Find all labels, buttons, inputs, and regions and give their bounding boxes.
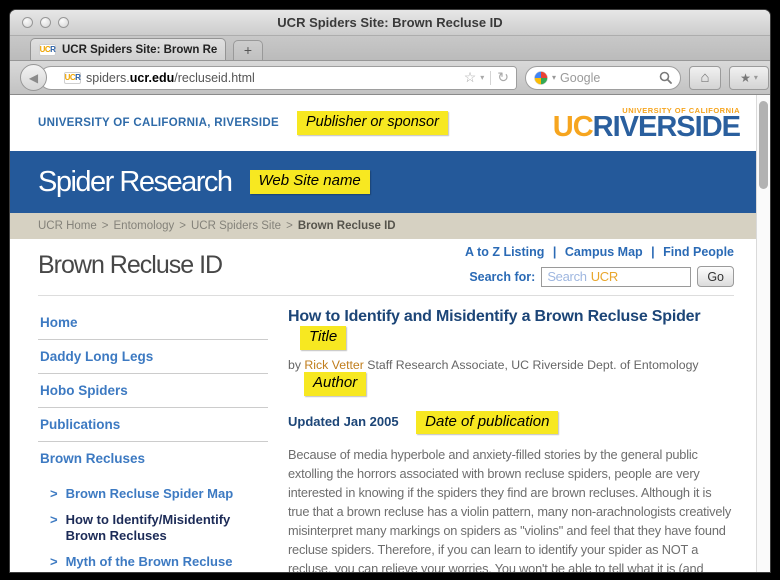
breadcrumb-current: Brown Recluse ID: [298, 220, 396, 232]
breadcrumb-separator: >: [179, 220, 186, 232]
tab-ucr-spiders[interactable]: UCR UCR Spiders Site: Brown Reclus...: [30, 38, 226, 60]
window-title: UCR Spiders Site: Brown Recluse ID: [10, 15, 770, 30]
ucr-logo[interactable]: UCRIVERSIDE UNIVERSITY OF CALIFORNIA: [553, 105, 740, 142]
annotation-site-name: Web Site name: [250, 170, 370, 194]
site-name: Spider Research: [38, 166, 232, 199]
breadcrumb-separator: >: [102, 220, 109, 232]
chevron-right-icon: >: [50, 554, 58, 570]
article-byline: by Rick Vetter Staff Research Associate,…: [288, 358, 734, 396]
article-title: How to Identify and Misidentify a Brown …: [288, 308, 700, 325]
page-top-row: Brown Recluse ID A to Z Listing | Campus…: [38, 245, 734, 287]
heading-divider: [38, 295, 734, 296]
sidebar-subitem-spider-map[interactable]: > Brown Recluse Spider Map: [38, 481, 268, 507]
search-label: Search for:: [469, 270, 535, 284]
reload-icon[interactable]: ↻: [497, 69, 509, 86]
sidebar-item-brown-recluses[interactable]: Brown Recluses: [38, 442, 268, 475]
google-logo-icon[interactable]: [534, 71, 548, 85]
bookmarks-star-icon: ★: [740, 71, 751, 85]
link-campus-map[interactable]: Campus Map: [565, 245, 643, 259]
utility-links: A to Z Listing | Campus Map | Find Peopl…: [465, 245, 734, 259]
author-link[interactable]: Rick Vetter: [304, 358, 363, 373]
search-placeholder-word: Search: [547, 269, 586, 284]
magnifier-icon[interactable]: [659, 71, 672, 84]
web-page: UNIVERSITY OF CALIFORNIA, RIVERSIDE Publ…: [10, 95, 756, 572]
vertical-scrollbar[interactable]: [756, 95, 770, 572]
go-button[interactable]: Go: [697, 266, 734, 287]
urlbar-icons: ☆ ▾ ↻: [464, 69, 509, 86]
sidebar-item-publications[interactable]: Publications: [38, 408, 268, 442]
page-heading: Brown Recluse ID: [38, 251, 222, 280]
browser-search-field[interactable]: ▾ Google: [525, 66, 681, 90]
browser-search-placeholder: Google: [560, 71, 655, 85]
site-search-row: Search for: Search UCR Go: [465, 266, 734, 287]
breadcrumb-link[interactable]: UCR Home: [38, 220, 97, 232]
annotation-date: Date of publication: [416, 411, 558, 435]
annotation-publisher: Publisher or sponsor: [297, 111, 448, 134]
link-a-to-z[interactable]: A to Z Listing: [465, 245, 544, 259]
sidebar-subitem-myth[interactable]: > Myth of the Brown Recluse: [38, 549, 268, 572]
chevron-right-icon: >: [50, 512, 58, 544]
link-find-people[interactable]: Find People: [663, 245, 734, 259]
address-bar[interactable]: UCR spiders.ucr.edu/recluseid.html ☆ ▾ ↻: [39, 66, 517, 90]
bookmarks-dropdown-icon: ▾: [754, 73, 758, 82]
annotation-title: Title: [300, 326, 346, 350]
site-banner: Spider Research Web Site name: [10, 151, 756, 213]
back-arrow-icon: ◀: [29, 71, 38, 85]
traffic-lights: [22, 17, 69, 28]
urlbar-divider: [490, 71, 491, 85]
tab-title: UCR Spiders Site: Brown Reclus...: [62, 44, 217, 56]
logo-tagline: UNIVERSITY OF CALIFORNIA: [622, 107, 740, 115]
bookmark-star-icon[interactable]: ☆: [464, 69, 477, 86]
navigation-toolbar: ◀ UCR spiders.ucr.edu/recluseid.html ☆ ▾…: [10, 61, 770, 95]
updated-date: Updated Jan 2005: [288, 414, 399, 429]
url-text: spiders.ucr.edu/recluseid.html: [86, 71, 459, 85]
utility-block: A to Z Listing | Campus Map | Find Peopl…: [465, 245, 734, 287]
new-tab-button[interactable]: +: [233, 40, 263, 60]
tab-bar: UCR UCR Spiders Site: Brown Reclus... +: [10, 36, 770, 61]
sidebar-nav: Home Daddy Long Legs Hobo Spiders Public…: [38, 306, 268, 572]
article-body: Because of media hyperbole and anxiety-f…: [288, 445, 734, 572]
ucr-favicon-icon: UCR: [64, 72, 81, 84]
screenshot-frame: UCR Spiders Site: Brown Recluse ID UCR U…: [0, 0, 780, 580]
annotation-author: Author: [304, 372, 366, 396]
main-area: Brown Recluse ID A to Z Listing | Campus…: [10, 239, 756, 572]
back-button[interactable]: ◀: [20, 64, 47, 91]
article-title-row: How to Identify and Misidentify a Brown …: [288, 308, 734, 350]
window-titlebar: UCR Spiders Site: Brown Recluse ID: [10, 10, 770, 36]
sidebar-item-daddy-long-legs[interactable]: Daddy Long Legs: [38, 340, 268, 374]
search-placeholder-site: UCR: [591, 269, 618, 284]
content-columns: Home Daddy Long Legs Hobo Spiders Public…: [38, 306, 734, 572]
breadcrumb-separator: >: [286, 220, 293, 232]
sidebar-item-hobo-spiders[interactable]: Hobo Spiders: [38, 374, 268, 408]
site-header: UNIVERSITY OF CALIFORNIA, RIVERSIDE Publ…: [10, 95, 756, 151]
breadcrumb: UCR Home > Entomology > UCR Spiders Site…: [10, 213, 756, 239]
browser-window: UCR Spiders Site: Brown Recluse ID UCR U…: [10, 10, 770, 572]
sidebar-subitem-identify-misidentify[interactable]: > How to Identify/Misidentify Brown Recl…: [38, 507, 268, 549]
sidebar-sub-list: > Brown Recluse Spider Map > How to Iden…: [38, 481, 268, 572]
ucr-search-input[interactable]: Search UCR: [541, 267, 691, 287]
sidebar-item-home[interactable]: Home: [38, 306, 268, 340]
home-icon: ⌂: [700, 69, 709, 86]
updated-row: Updated Jan 2005 Date of publication: [288, 411, 734, 435]
url-dropdown-icon[interactable]: ▾: [480, 73, 484, 82]
logo-uc-text: UC: [553, 111, 593, 143]
home-button[interactable]: ⌂: [689, 66, 721, 90]
ucr-favicon-icon: UCR: [39, 44, 56, 56]
page-viewport: UNIVERSITY OF CALIFORNIA, RIVERSIDE Publ…: [10, 95, 770, 572]
bookmarks-panel-button[interactable]: ★ ▾: [729, 66, 769, 90]
search-engine-dropdown-icon[interactable]: ▾: [552, 73, 556, 82]
breadcrumb-link[interactable]: Entomology: [114, 220, 175, 232]
scrollbar-thumb[interactable]: [759, 101, 768, 189]
minimize-window-button[interactable]: [40, 17, 51, 28]
chevron-right-icon: >: [50, 486, 58, 502]
utility-separator: |: [553, 245, 557, 259]
zoom-window-button[interactable]: [58, 17, 69, 28]
breadcrumb-link[interactable]: UCR Spiders Site: [191, 220, 281, 232]
close-window-button[interactable]: [22, 17, 33, 28]
publisher-text: UNIVERSITY OF CALIFORNIA, RIVERSIDE: [38, 117, 279, 129]
logo-riverside-text: RIVERSIDE: [593, 111, 740, 143]
article: How to Identify and Misidentify a Brown …: [268, 306, 734, 572]
utility-separator: |: [651, 245, 655, 259]
